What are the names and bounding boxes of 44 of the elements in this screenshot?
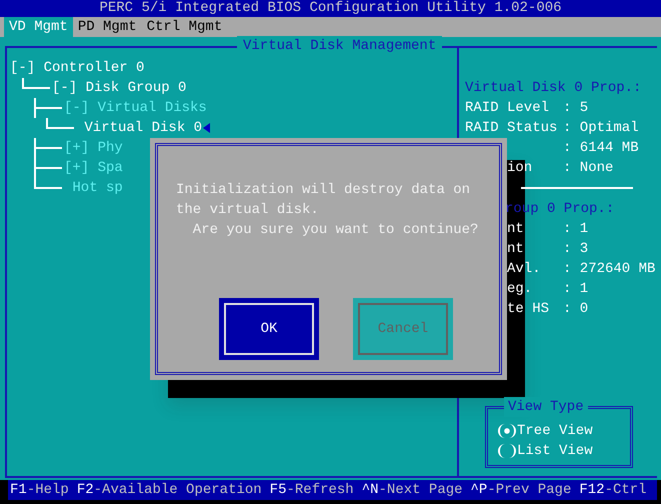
property-label: RAID Status bbox=[465, 120, 558, 136]
property-value: : 272640 MB bbox=[563, 260, 656, 279]
property-value: : 0 bbox=[563, 300, 588, 319]
tree-item[interactable]: [-] Controller 0 bbox=[10, 58, 144, 78]
shortcut-hint: ^N-Next Page bbox=[362, 481, 463, 500]
property-value: : None bbox=[563, 159, 614, 178]
tree-item[interactable]: [-] Virtual Disks bbox=[64, 98, 207, 118]
section-heading: Virtual Disk 0 Prop.: bbox=[465, 80, 642, 96]
tree-line bbox=[34, 98, 64, 118]
radio-button[interactable] bbox=[498, 444, 516, 458]
property-value: : 1 bbox=[563, 220, 588, 239]
tree-item[interactable]: [+] Spa bbox=[64, 158, 123, 178]
tree-item[interactable]: [-] Disk Group 0 bbox=[52, 78, 186, 98]
shortcut-hint: F2-Available Operation bbox=[76, 481, 262, 500]
dialog-message: Initialization will destroy data on bbox=[176, 181, 472, 200]
tab[interactable]: Ctrl Mgmt bbox=[142, 17, 228, 37]
shortcut-hint: F12-Ctrl bbox=[579, 481, 647, 500]
property-value: : Optimal bbox=[563, 119, 639, 138]
cancel-button[interactable]: Cancel bbox=[353, 298, 453, 360]
tree-line bbox=[34, 158, 64, 178]
shortcut-hint: ^P-Prev Page bbox=[470, 481, 572, 500]
tree-item[interactable]: [+] Phy bbox=[64, 138, 123, 158]
property-label: RAID Level bbox=[465, 100, 550, 116]
option-label[interactable]: List View bbox=[517, 441, 593, 461]
window-title: PERC 5/i Integrated BIOS Configuration Utility 1.02-006 bbox=[0, 0, 661, 17]
shortcut-hint: F1-Help bbox=[10, 481, 69, 500]
tree-item[interactable]: Virtual Disk 0 bbox=[76, 118, 202, 138]
property-value: : 5 bbox=[563, 99, 588, 118]
tab[interactable]: PD Mgmt bbox=[72, 17, 142, 37]
option-label[interactable]: Tree View bbox=[517, 421, 593, 441]
property-value: : 1 bbox=[563, 280, 588, 299]
tree-item[interactable]: Hot sp bbox=[64, 178, 123, 198]
tree-line bbox=[34, 138, 64, 158]
dialog-message: the virtual disk. bbox=[176, 201, 320, 220]
property-label: te HS bbox=[507, 301, 550, 317]
property-value: : 3 bbox=[563, 240, 588, 259]
radio-button[interactable] bbox=[498, 424, 516, 438]
dialog-message: Are you sure you want to continue? bbox=[192, 221, 480, 240]
property-label: nt bbox=[507, 221, 524, 237]
property-label: nt bbox=[507, 241, 524, 257]
tab[interactable]: VD Mgmt bbox=[4, 17, 73, 37]
property-value: : 6144 MB bbox=[563, 139, 639, 158]
ok-button[interactable]: OK bbox=[219, 298, 319, 360]
shortcut-hint: F5-Refresh bbox=[270, 481, 354, 500]
